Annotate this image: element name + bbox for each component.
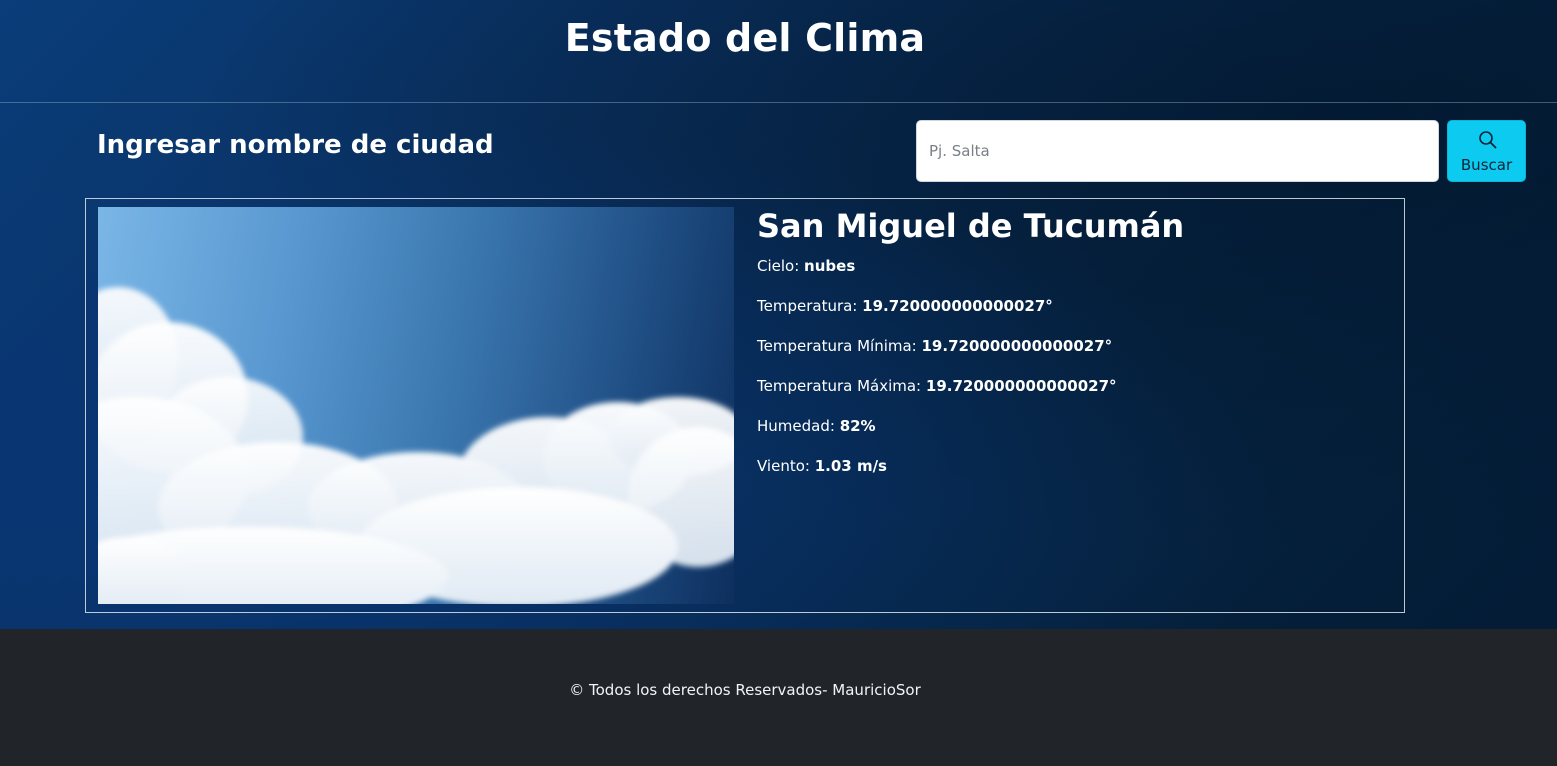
page-title: Estado del Clima: [564, 16, 926, 60]
search-button-label: Buscar: [1460, 156, 1513, 174]
detail-temp-max: Temperatura Máxima: 19.720000000000027°: [757, 377, 1117, 395]
detail-temp-max-value: 19.720000000000027°: [925, 377, 1117, 395]
page-footer: © Todos los derechos Reservados- Maurici…: [0, 629, 1557, 766]
detail-humidity-label: Humedad:: [757, 417, 840, 435]
city-search-input[interactable]: [916, 120, 1439, 182]
detail-temperature-label: Temperatura:: [757, 297, 863, 315]
detail-sky: Cielo: nubes: [757, 257, 855, 275]
detail-wind: Viento: 1.03 m/s: [757, 457, 887, 475]
weather-card: [85, 198, 1405, 613]
cloudy-sky-image: [98, 207, 734, 604]
detail-temperature-value: 19.720000000000027°: [862, 297, 1053, 315]
city-name: San Miguel de Tucumán: [757, 207, 1185, 245]
detail-humidity: Humedad: 82%: [757, 417, 876, 435]
page-header: Estado del Clima: [0, 0, 1557, 103]
detail-temp-min-label: Temperatura Mínima:: [757, 337, 922, 355]
detail-temp-min-value: 19.720000000000027°: [921, 337, 1113, 355]
detail-temperature: Temperatura: 19.720000000000027°: [757, 297, 1053, 315]
search-label: Ingresar nombre de ciudad: [97, 130, 494, 160]
copyright-text: © Todos los derechos Reservados- Maurici…: [569, 681, 921, 699]
detail-sky-label: Cielo:: [757, 257, 805, 275]
search-button[interactable]: Buscar: [1447, 120, 1526, 182]
search-icon: [1478, 130, 1497, 149]
detail-temp-min: Temperatura Mínima: 19.720000000000027°: [757, 337, 1112, 355]
detail-humidity-value: 82%: [839, 417, 876, 435]
detail-wind-value: 1.03 m/s: [814, 457, 887, 475]
detail-temp-max-label: Temperatura Máxima:: [757, 377, 926, 395]
detail-sky-value: nubes: [804, 257, 856, 275]
detail-wind-label: Viento:: [757, 457, 815, 475]
